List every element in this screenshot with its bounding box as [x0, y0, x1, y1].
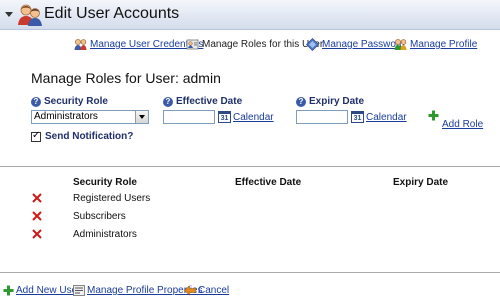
dropdown-arrow-icon[interactable]	[135, 111, 148, 123]
expiry-date-calendar[interactable]: 31 Calendar	[351, 111, 407, 123]
column-header-effective: Effective Date	[235, 177, 302, 188]
manage-password-link[interactable]: Manage Password	[306, 38, 405, 51]
add-role-button[interactable]: Add Role	[428, 110, 483, 130]
manage-credentials-link[interactable]: Manage User Credentials	[74, 38, 203, 51]
table-row: Registered Users	[0, 193, 500, 207]
role-name: Registered Users	[73, 193, 151, 204]
calendar-icon[interactable]: 31	[218, 111, 231, 123]
add-new-user-label[interactable]: Add New User	[16, 285, 80, 296]
manage-password-label[interactable]: Manage Password	[322, 39, 405, 50]
send-notification-label: Send Notification?	[45, 131, 134, 142]
calendar-icon[interactable]: 31	[351, 111, 364, 123]
calendar-link[interactable]: Calendar	[366, 112, 407, 123]
role-name: Administrators	[73, 229, 137, 240]
help-icon[interactable]: ?	[31, 96, 41, 107]
help-icon[interactable]: ?	[296, 96, 306, 107]
help-icon[interactable]: ?	[163, 96, 173, 107]
send-notification-row[interactable]: Send Notification?	[31, 130, 134, 142]
profile-icon	[394, 39, 407, 50]
delete-icon[interactable]	[32, 229, 42, 239]
divider	[0, 272, 500, 273]
add-new-user-link[interactable]: Add New User	[3, 285, 80, 296]
delete-icon[interactable]	[32, 211, 42, 221]
credentials-icon	[74, 39, 87, 50]
security-role-label-text: Security Role	[44, 96, 108, 107]
roles-icon	[186, 39, 199, 50]
section-title: Manage Roles for User: admin	[31, 70, 221, 86]
password-icon	[306, 38, 319, 51]
security-role-label: ? Security Role	[31, 96, 108, 107]
expiry-date-label: ? Expiry Date	[296, 96, 364, 107]
effective-date-label-text: Effective Date	[176, 96, 243, 107]
add-role-label[interactable]: Add Role	[442, 119, 483, 130]
send-notification-checkbox[interactable]	[31, 130, 41, 142]
manage-roles-label: Manage Roles for this User	[202, 39, 324, 50]
manage-profile-link[interactable]: Manage Profile	[394, 38, 477, 51]
collapse-arrow-icon[interactable]	[5, 12, 13, 17]
manage-profile-label[interactable]: Manage Profile	[410, 39, 477, 50]
add-icon	[428, 110, 439, 121]
security-role-value: Administrators	[34, 111, 98, 122]
title-bar: Edit User Accounts	[0, 0, 500, 30]
user-actions-bar: Manage User Credentials Manage Roles for…	[0, 38, 500, 56]
properties-icon	[73, 285, 85, 296]
calendar-link[interactable]: Calendar	[233, 112, 274, 123]
cancel-label[interactable]: Cancel	[198, 285, 229, 296]
role-name: Subscribers	[73, 211, 126, 222]
delete-icon[interactable]	[32, 193, 42, 203]
table-row: Administrators	[0, 229, 500, 243]
expiry-date-input[interactable]	[296, 110, 348, 124]
effective-date-label: ? Effective Date	[163, 96, 242, 107]
expiry-date-label-text: Expiry Date	[309, 96, 365, 107]
manage-roles-link: Manage Roles for this User	[186, 38, 323, 51]
add-icon	[3, 285, 14, 296]
effective-date-input[interactable]	[163, 110, 215, 124]
security-role-select[interactable]: Administrators	[31, 110, 149, 124]
back-arrow-icon	[184, 285, 196, 296]
page-title: Edit User Accounts	[44, 5, 180, 22]
table-row: Subscribers	[0, 211, 500, 225]
column-header-expiry: Expiry Date	[393, 177, 449, 188]
column-header-role: Security Role	[73, 177, 137, 188]
effective-date-calendar[interactable]: 31 Calendar	[218, 111, 274, 123]
divider	[0, 166, 500, 167]
cancel-link[interactable]: Cancel	[184, 285, 229, 296]
users-icon	[18, 4, 42, 26]
